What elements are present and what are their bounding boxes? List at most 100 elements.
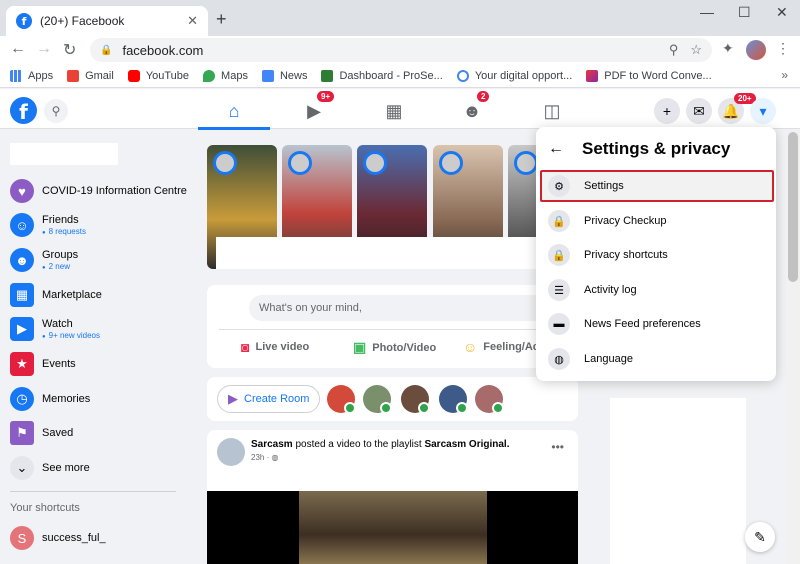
reload-icon[interactable]: ↻ [63, 40, 76, 60]
post-composer: What's on your mind, ◙ Live video ▣ Photo/… [207, 285, 578, 368]
room-contact-avatar[interactable] [363, 385, 392, 414]
sidebar-item-covid[interactable]: ♥ COVID-19 Information Centre [10, 179, 187, 203]
messenger-button[interactable]: ✉ [686, 98, 712, 124]
post-time[interactable]: 23h · ◍ [251, 453, 278, 462]
back-arrow-icon[interactable]: ← [548, 140, 568, 158]
bookmark-google[interactable]: Your digital opport... [456, 69, 572, 82]
story-avatar [514, 151, 538, 175]
menu-item-label: Language [584, 353, 633, 365]
events-icon: ★ [10, 352, 34, 376]
tab-home[interactable]: ⌂ [198, 95, 270, 130]
zoom-icon[interactable]: ⚲ [669, 42, 679, 58]
news-feed-icon: ▬ [548, 313, 570, 335]
post-author-avatar[interactable] [217, 438, 245, 466]
live-video-icon: ◙ [241, 339, 250, 355]
tab-watch[interactable]: ▶ [278, 95, 350, 127]
menu-item-privacy-shortcuts[interactable]: 🔒 Privacy shortcuts [542, 239, 772, 271]
more-bookmarks-icon[interactable]: » [781, 68, 788, 82]
sidebar-item-saved[interactable]: ⚑ Saved [10, 421, 73, 445]
search-icon[interactable]: ⚲ [44, 99, 68, 123]
room-contact-avatar[interactable] [439, 385, 468, 414]
address-bar[interactable]: 🔒 facebook.com ⚲ ☆ [90, 38, 712, 62]
marketplace-icon: ▦ [10, 283, 34, 307]
sidebar-item-label: See more [42, 462, 90, 474]
sidebar-item-watch[interactable]: ▶ Watch9+ new videos [10, 317, 100, 341]
back-icon[interactable]: ← [10, 40, 26, 58]
menu-item-settings[interactable]: ⚙ Settings [540, 170, 774, 202]
bookmark-label: PDF to Word Conve... [604, 69, 712, 82]
menu-item-news-feed-preferences[interactable]: ▬ News Feed preferences [542, 308, 772, 340]
post-playlist[interactable]: Sarcasm Original. [424, 439, 509, 450]
bookmark-star-icon[interactable]: ☆ [690, 42, 702, 58]
facebook-logo-icon[interactable]: f [10, 97, 37, 124]
scrollbar-thumb[interactable] [788, 132, 798, 282]
bookmark-gmail[interactable]: Gmail [67, 69, 114, 82]
bookmark-pdf[interactable]: PDF to Word Conve... [586, 69, 712, 82]
right-column-card [610, 398, 746, 564]
post-author[interactable]: Sarcasm [251, 439, 293, 450]
whats-on-your-mind-input[interactable]: What's on your mind, [249, 295, 569, 321]
menu-item-label: Privacy shortcuts [584, 249, 668, 261]
gmail-icon [67, 69, 80, 82]
browser-tab[interactable]: f (20+) Facebook ✕ [6, 6, 208, 36]
photo-video-button[interactable]: ▣ Photo/Video [353, 339, 436, 356]
tab-groups[interactable]: ☻ [436, 95, 508, 127]
sidebar-item-events[interactable]: ★ Events [10, 352, 76, 376]
chrome-menu-icon[interactable]: ⋮ [776, 40, 790, 57]
caret-down-icon: ▾ [759, 102, 767, 119]
extensions-icon[interactable]: ✦ [722, 40, 734, 57]
shortcut-label: success_ful_ [42, 532, 106, 544]
new-tab-button[interactable]: + [216, 9, 227, 30]
create-button[interactable]: + [654, 98, 680, 124]
menu-item-activity-log[interactable]: ☰ Activity log [542, 274, 772, 306]
post-options-icon[interactable]: ••• [551, 440, 564, 454]
new-message-button[interactable]: ✎ [745, 522, 775, 552]
sidebar-item-friends[interactable]: ☺ Friends8 requests [10, 213, 86, 237]
bookmark-maps[interactable]: Maps [203, 69, 248, 82]
bookmark-apps[interactable]: Apps [10, 69, 53, 82]
room-contact-avatar[interactable] [401, 385, 430, 414]
bookmark-news[interactable]: News [261, 69, 307, 82]
sidebar-item-memories[interactable]: ◷ Memories [10, 387, 90, 411]
home-icon: ⌂ [228, 100, 240, 121]
sidebar-item-groups[interactable]: ☻ Groups2 new [10, 248, 78, 272]
tab-marketplace[interactable]: ▦ [358, 95, 430, 127]
bell-icon: 🔔 [722, 102, 740, 119]
menu-item-language[interactable]: ◍ Language [542, 343, 772, 375]
menu-title: Settings & privacy [582, 139, 731, 158]
room-contact-avatar[interactable] [327, 385, 356, 414]
live-video-button[interactable]: ◙ Live video [241, 339, 309, 355]
sidebar-item-label: Saved [42, 427, 74, 439]
room-contact-avatar[interactable] [475, 385, 504, 414]
menu-item-privacy-checkup[interactable]: 🔒 Privacy Checkup [542, 205, 772, 237]
shortcut-avatar: S [10, 526, 34, 550]
sidebar-item-label: Marketplace [42, 289, 102, 301]
bookmark-youtube[interactable]: YouTube [127, 69, 189, 82]
close-tab-icon[interactable]: ✕ [187, 13, 198, 29]
minimize-button[interactable]: — [700, 4, 714, 20]
sidebar-item-label: Groups [42, 249, 79, 261]
lock-icon[interactable]: 🔒 [100, 45, 112, 56]
create-room-button[interactable]: ▶ Create Room [217, 385, 321, 413]
settings-privacy-menu: ← Settings & privacy ⚙ Settings 🔒 Privac… [536, 127, 776, 381]
sidebar-divider [10, 491, 176, 492]
forward-icon[interactable]: → [36, 40, 52, 58]
globe-icon: ◍ [271, 453, 279, 462]
stories-redacted-area [216, 237, 566, 269]
photo-icon: ▣ [353, 339, 367, 355]
maximize-button[interactable]: ☐ [738, 4, 751, 21]
sidebar-item-see-more[interactable]: ⌄ See more [10, 456, 90, 480]
account-button[interactable]: ▾ [750, 98, 776, 124]
browser-tabstrip: f (20+) Facebook ✕ + — ☐ ✕ [0, 0, 800, 36]
friends-icon: ☺ [10, 213, 34, 237]
sidebar-item-marketplace[interactable]: ▦ Marketplace [10, 283, 102, 307]
feeling-activity-button[interactable]: ☺ Feeling/Acti [463, 339, 546, 355]
post-time-text: 23h · [251, 453, 272, 462]
bookmark-dashboard[interactable]: Dashboard - ProSe... [321, 69, 443, 82]
menu-header: ← Settings & privacy [548, 139, 730, 159]
shortcut-item[interactable]: S success_ful_ [10, 526, 106, 550]
url-text: facebook.com [122, 42, 204, 58]
profile-avatar[interactable] [746, 40, 766, 60]
tab-gaming[interactable]: ◫ [516, 95, 588, 127]
close-window-button[interactable]: ✕ [776, 4, 788, 21]
